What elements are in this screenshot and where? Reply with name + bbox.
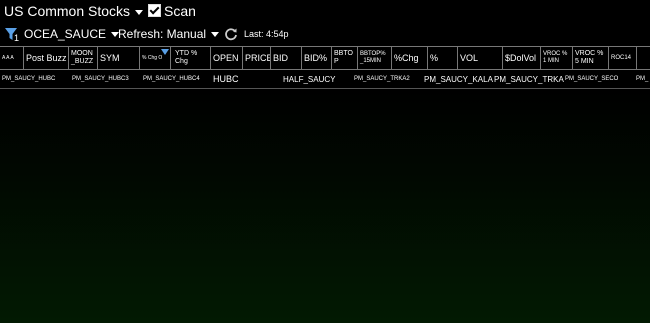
layout-label: OCEA_SAUCE — [24, 27, 107, 41]
column-header-open[interactable]: OPEN — [211, 47, 243, 69]
column-header-post-buzz[interactable]: Post Buzz — [24, 47, 69, 69]
table-cell: PM_SAUCY_HUBC3 — [72, 76, 129, 82]
last-updated: Last: 4:54p — [244, 29, 289, 39]
table-cell: HUBC — [213, 74, 239, 84]
column-header-pct[interactable]: % — [428, 47, 458, 69]
scan-list-dropdown[interactable]: US Common Stocks — [4, 3, 144, 19]
column-header-sym[interactable]: SYM — [98, 47, 140, 69]
scan-list-label: US Common Stocks — [4, 3, 131, 19]
column-header-bbtop-15min[interactable]: BBTOP% _15MIN — [358, 47, 392, 69]
table-cell: PM_ — [636, 76, 649, 82]
column-header-pct-chg[interactable]: %Chg — [392, 47, 428, 69]
refresh-label: Refresh: Manual — [118, 27, 207, 41]
column-header-alerts[interactable]: A A A — [0, 47, 24, 69]
table-cell: PM_SAUCY_HUBC — [2, 76, 56, 82]
chevron-down-icon — [211, 32, 220, 38]
sort-descending-icon — [161, 49, 169, 55]
column-header-ytd-pct-chg[interactable]: YTD % Chg — [171, 47, 211, 69]
column-header-vroc-5min[interactable]: VROC % 5 MIN — [573, 47, 609, 69]
column-header-moon-buzz[interactable]: MOON _BUZZ — [69, 47, 98, 69]
table-row[interactable]: PM_SAUCY_HUBC PM_SAUCY_HUBC3 PM_SAUCY_HU… — [0, 70, 650, 89]
column-header-overflow — [637, 47, 650, 69]
table-cell: PM_SAUCY_TRKA2 — [354, 76, 410, 82]
chevron-down-icon — [135, 9, 144, 15]
column-header-vol[interactable]: VOL — [458, 47, 503, 69]
table-cell: PM_SAUCY_SECO — [565, 76, 619, 82]
title-bar: US Common Stocks Scan — [0, 0, 650, 24]
column-header-row: A A A Post Buzz MOON _BUZZ SYM % Chg O Y… — [0, 46, 650, 70]
column-header-bid[interactable]: BID — [271, 47, 302, 69]
column-header-roc14[interactable]: ROC14 — [609, 47, 637, 69]
scan-checkbox[interactable]: Scan — [148, 3, 196, 19]
scan-label: Scan — [164, 3, 196, 19]
table-cell: PM_SAUCY_TRKA — [494, 75, 564, 84]
column-header-price[interactable]: PRICE — [243, 47, 271, 69]
column-header-vroc-1min[interactable]: VROC % 1 MIN — [541, 47, 573, 69]
column-header-dol-vol[interactable]: $DolVol — [503, 47, 541, 69]
results-area — [0, 88, 650, 323]
toolbar: 1 OCEA_SAUCE Refresh: Manual Last: 4:54p — [0, 24, 650, 44]
column-header-bid-pct[interactable]: BID% — [302, 47, 332, 69]
table-cell: HALF_SAUCY — [283, 75, 336, 84]
layout-dropdown[interactable]: OCEA_SAUCE — [24, 27, 120, 41]
column-header-bbtop[interactable]: BBTO P — [332, 47, 358, 69]
filter-count: 1 — [14, 33, 20, 43]
table-cell: PM_SAUCY_KALA — [424, 75, 493, 84]
refresh-icon[interactable] — [224, 27, 238, 41]
table-cell: PM_SAUCY_HUBC4 — [143, 76, 200, 82]
refresh-dropdown[interactable]: Refresh: Manual — [118, 27, 220, 41]
checkbox-checked-icon[interactable] — [148, 4, 161, 17]
